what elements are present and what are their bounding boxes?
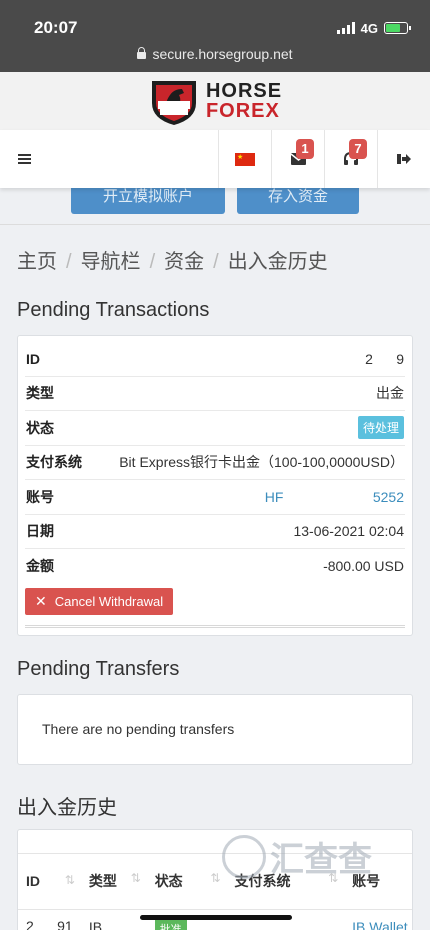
cancel-withdrawal-label: Cancel Withdrawal xyxy=(54,593,164,609)
tx-row-type: 类型 出金 xyxy=(25,377,405,411)
empty-message: There are no pending transfers xyxy=(42,721,235,737)
tx-value: 出金 xyxy=(376,385,404,402)
cell-type: IB Transfer xyxy=(88,918,103,930)
tx-row-payment-system: 支付系统 Bit Express银行卡出金（100-100,0000USD） xyxy=(25,446,405,480)
col-header-id[interactable]: ID ⇅ xyxy=(18,873,81,889)
messages-badge: 1 xyxy=(296,139,314,159)
tx-row-id: ID 2 9 xyxy=(25,342,405,377)
cell-id: 2 91 xyxy=(26,917,73,930)
support-button[interactable]: 7 xyxy=(324,130,377,188)
status-bar: 20:07 4G xyxy=(0,0,430,40)
open-demo-account-button[interactable]: 开立模拟账户 xyxy=(71,188,225,214)
language-button[interactable] xyxy=(218,130,271,188)
watermark-logo: 汇查查 xyxy=(222,832,372,881)
brand-line1: HORSE xyxy=(205,80,283,102)
col-header-label: 状态 xyxy=(154,873,183,889)
breadcrumb-current: 出入金历史 xyxy=(227,251,328,273)
tx-row-date: 日期 13-06-2021 02:04 xyxy=(25,515,405,549)
home-indicator[interactable] xyxy=(140,915,292,920)
pending-transactions-title: Pending Transactions xyxy=(17,299,210,321)
messages-button[interactable]: 1 xyxy=(271,130,324,188)
action-buttons-row: 开立模拟账户 存入资金 xyxy=(0,188,430,224)
tx-key: 金额 xyxy=(26,558,54,575)
breadcrumb-nav[interactable]: 导航栏 xyxy=(81,251,141,273)
support-badge: 7 xyxy=(349,139,367,159)
watermark-text: 汇查查 xyxy=(270,841,372,879)
account-link[interactable]: HF 5252 xyxy=(265,489,404,505)
brand-wordmark: HORSE FOREX xyxy=(206,81,282,121)
horse-logo-icon[interactable] xyxy=(148,75,200,127)
sign-out-icon xyxy=(397,154,411,164)
logout-button[interactable] xyxy=(377,130,430,188)
pending-transactions-panel: ID 2 9 类型 出金 状态 待处理 支付系统 Bit Express银行卡出… xyxy=(17,335,413,636)
col-header-label: 类型 xyxy=(88,873,117,889)
status-right: 4G xyxy=(336,20,411,36)
tx-key: 账号 xyxy=(26,488,54,505)
breadcrumb-home[interactable]: 主页 xyxy=(17,251,57,273)
status-badge: 待处理 xyxy=(357,416,404,440)
tx-key: 支付系统 xyxy=(26,454,82,471)
deposit-funds-label: 存入资金 xyxy=(267,188,328,205)
cell-account-link[interactable]: IB Wallet 136 xyxy=(344,910,412,930)
battery-icon xyxy=(384,22,411,34)
cancel-withdrawal-button[interactable]: ✕ Cancel Withdrawal xyxy=(25,587,174,615)
hamburger-icon xyxy=(18,152,31,166)
url-bar[interactable]: secure.horsegroup.net xyxy=(0,40,430,62)
tx-key: ID xyxy=(26,350,40,367)
tx-value: 2 9 xyxy=(365,350,404,367)
deposit-funds-button[interactable]: 存入资金 xyxy=(237,188,359,214)
open-demo-account-label: 开立模拟账户 xyxy=(102,188,193,205)
tx-key: 类型 xyxy=(26,385,54,402)
sort-icon: ⇅ xyxy=(64,873,75,887)
close-icon: ✕ xyxy=(35,592,47,609)
tx-value: Bit Express银行卡出金（100-100,0000USD） xyxy=(119,454,404,471)
col-header-type[interactable]: 类型 ⇅ xyxy=(81,871,147,891)
col-header-status[interactable]: 状态 ⇅ xyxy=(147,871,227,891)
url-text: secure.horsegroup.net xyxy=(152,46,293,62)
tx-row-amount: 金额 -800.00 USD xyxy=(25,549,405,584)
sort-icon: ⇅ xyxy=(210,871,221,885)
history-title: 出入金历史 xyxy=(17,796,117,819)
table-footer-divider xyxy=(25,624,405,635)
breadcrumb-funds[interactable]: 资金 xyxy=(164,251,204,273)
pending-transfers-panel: There are no pending transfers xyxy=(17,693,413,765)
chart-circle-icon xyxy=(222,834,266,879)
tx-key: 日期 xyxy=(26,523,54,540)
tx-row-status: 状态 待处理 xyxy=(25,411,405,446)
menu-button[interactable] xyxy=(0,130,218,188)
top-navbar: 1 7 xyxy=(0,130,430,188)
tx-value: -800.00 USD xyxy=(323,558,404,575)
brand-header: HORSE FOREX xyxy=(0,72,430,130)
transaction-details: ID 2 9 类型 出金 状态 待处理 支付系统 Bit Express银行卡出… xyxy=(25,342,405,635)
col-header-label: ID xyxy=(26,873,40,889)
china-flag-icon xyxy=(235,152,255,166)
tx-key: 状态 xyxy=(26,419,54,436)
tx-row-account: 账号 HF 5252 xyxy=(25,480,405,515)
status-time: 20:07 xyxy=(34,18,78,37)
brand-line2: FOREX xyxy=(205,100,280,122)
tx-value: 13-06-2021 02:04 xyxy=(293,523,404,540)
pending-transfers-title: Pending Transfers xyxy=(17,657,180,680)
lock-icon xyxy=(137,47,147,59)
network-label: 4G xyxy=(360,20,378,36)
breadcrumb: 主页 / 导航栏 / 资金 / 出入金历史 xyxy=(17,251,328,273)
browser-chrome: 20:07 4G secure.horsegroup.net xyxy=(0,0,430,72)
sort-icon: ⇅ xyxy=(130,871,141,885)
signal-icon xyxy=(336,22,355,34)
main-content: 主页 / 导航栏 / 资金 / 出入金历史 Pending Transactions ID … xyxy=(0,225,430,930)
